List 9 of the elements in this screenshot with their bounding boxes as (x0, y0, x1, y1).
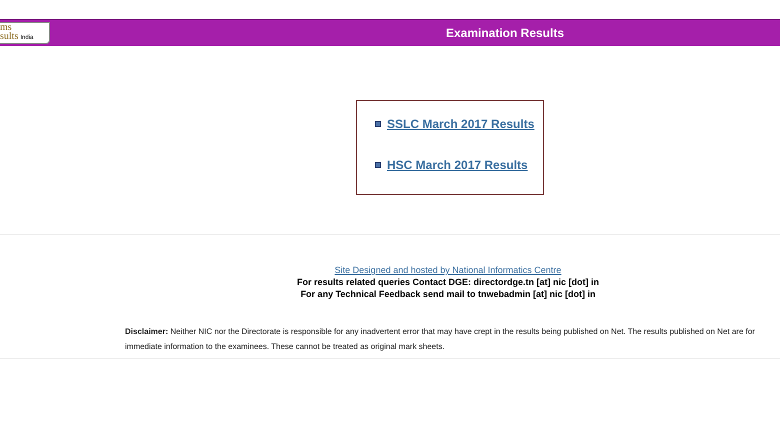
results-link[interactable]: SSLC March 2017 Results (387, 117, 534, 131)
bullet-icon (375, 121, 381, 127)
contact-text: For any Technical Feedback send mail to tnwebadmin [at] nic [dot] in (300, 288, 596, 300)
results-link[interactable]: HSC March 2017 Results (387, 158, 528, 172)
bullet-icon (375, 162, 381, 168)
credit-link[interactable]: Site Designed and hosted by National Informatics Centre (334, 264, 562, 276)
page-title: Examination Results (444, 26, 566, 40)
contact-text: For results related queries Contact DGE: directordge.tn [at] nic [dot] in (296, 276, 600, 288)
disclaimer-text: Disclaimer: Neither NIC nor the Directorate is responsible for any inadvertent error that may have crept in the results being published on Net. The results published on Net are for immediate information to the examinees. These cannot be treated as original mark sheets. (125, 326, 756, 353)
